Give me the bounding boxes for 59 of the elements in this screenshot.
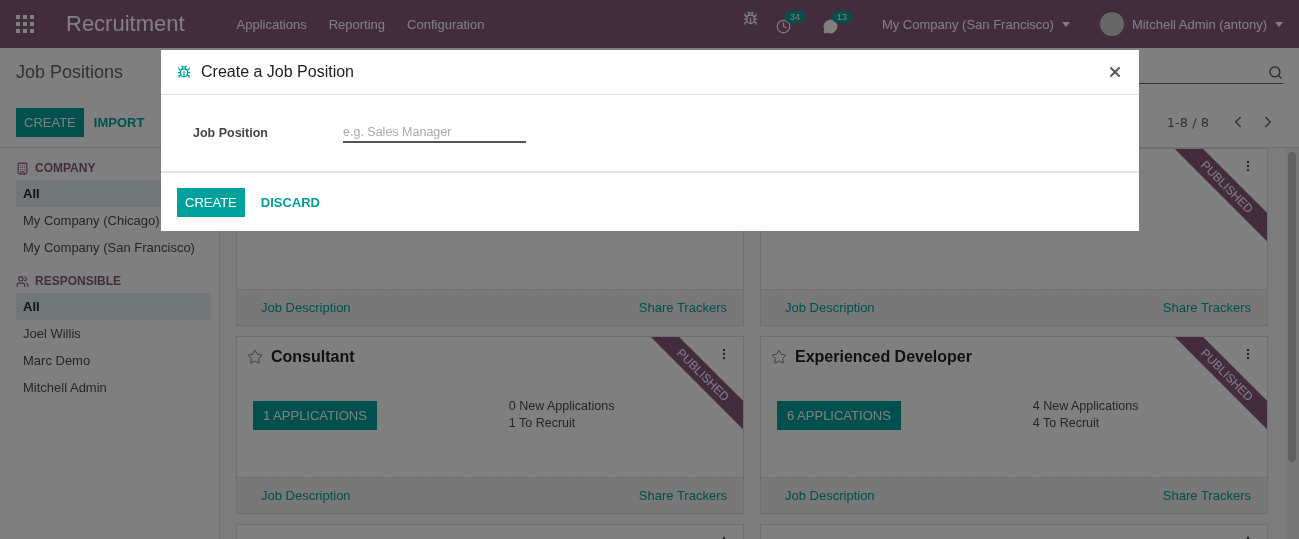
- footer-link[interactable]: Job Description: [785, 300, 875, 315]
- messages-button[interactable]: 13: [822, 11, 852, 37]
- activity-count: 34: [784, 11, 805, 23]
- scrollbar[interactable]: [1285, 148, 1299, 539]
- pager-value: 1-8 / 8: [1166, 114, 1209, 130]
- avatar: [1099, 12, 1124, 36]
- footer-link[interactable]: Job Description: [785, 488, 875, 503]
- footer-link[interactable]: Share Trackers: [638, 300, 727, 315]
- bug-icon: [177, 65, 191, 79]
- job-title: Experienced Developer: [795, 348, 972, 366]
- filter-item[interactable]: All: [16, 293, 211, 320]
- job-title: Consultant: [271, 348, 355, 366]
- stat-text: 1 To Recruit: [508, 416, 577, 430]
- close-button[interactable]: [1107, 64, 1123, 80]
- filter-item[interactable]: Joel Willis: [16, 320, 211, 347]
- applications-button[interactable]: 1 APPLICATIONS: [253, 401, 377, 430]
- menu-item[interactable]: Configuration: [407, 16, 485, 32]
- star-icon[interactable]: [771, 349, 787, 365]
- create-button[interactable]: CREATE: [16, 107, 84, 137]
- filter-item[interactable]: My Company (San Francisco): [16, 234, 211, 261]
- app-name: Recruitment: [66, 11, 185, 37]
- stat-text: 4 New Applications: [1032, 399, 1139, 413]
- star-icon[interactable]: [247, 349, 263, 365]
- footer-link[interactable]: Share Trackers: [638, 488, 727, 503]
- filter-item[interactable]: Marc Demo: [16, 347, 211, 374]
- create-button[interactable]: CREATE: [177, 187, 245, 217]
- footer-link[interactable]: Share Trackers: [1162, 488, 1251, 503]
- discard-button[interactable]: DISCARD: [250, 187, 330, 217]
- scrollbar-thumb[interactable]: [1288, 152, 1296, 462]
- user-menu[interactable]: Mitchell Admin (antony): [1099, 12, 1283, 36]
- section-title: COMPANY: [35, 161, 96, 175]
- company-switcher[interactable]: My Company (San Francisco): [881, 16, 1070, 32]
- users-icon: [16, 274, 29, 288]
- dialog-title: Create a Job Position: [201, 63, 354, 81]
- close-icon: [1107, 64, 1123, 80]
- filter-item[interactable]: Mitchell Admin: [16, 374, 211, 401]
- footer-link[interactable]: Share Trackers: [1162, 300, 1251, 315]
- building-icon: [16, 161, 29, 175]
- search-icon: [1268, 64, 1283, 80]
- clock-icon: [775, 19, 791, 34]
- section-title: RESPONSIBLE: [35, 274, 121, 288]
- applications-button[interactable]: 6 APPLICATIONS: [777, 401, 901, 430]
- stat-text: 4 To Recruit: [1032, 416, 1101, 430]
- caret-icon: [1275, 21, 1283, 27]
- footer-link[interactable]: Job Description: [261, 488, 351, 503]
- stat-text: 0 New Applications: [508, 399, 615, 413]
- apps-grid-icon: [16, 15, 34, 33]
- apps-menu-button[interactable]: [16, 15, 34, 33]
- breadcrumb: Job Positions: [16, 62, 124, 84]
- field-label: Job Position: [193, 126, 269, 140]
- menu-item[interactable]: Reporting: [328, 16, 386, 32]
- caret-icon: [1061, 21, 1070, 27]
- footer-link[interactable]: Job Description: [261, 300, 351, 315]
- menu-item[interactable]: Applications: [236, 16, 307, 32]
- chat-icon: [822, 19, 838, 34]
- activity-button[interactable]: 34: [775, 11, 805, 37]
- import-button[interactable]: IMPORT: [83, 107, 155, 137]
- bug-icon: [742, 11, 758, 26]
- message-count: 13: [831, 11, 852, 23]
